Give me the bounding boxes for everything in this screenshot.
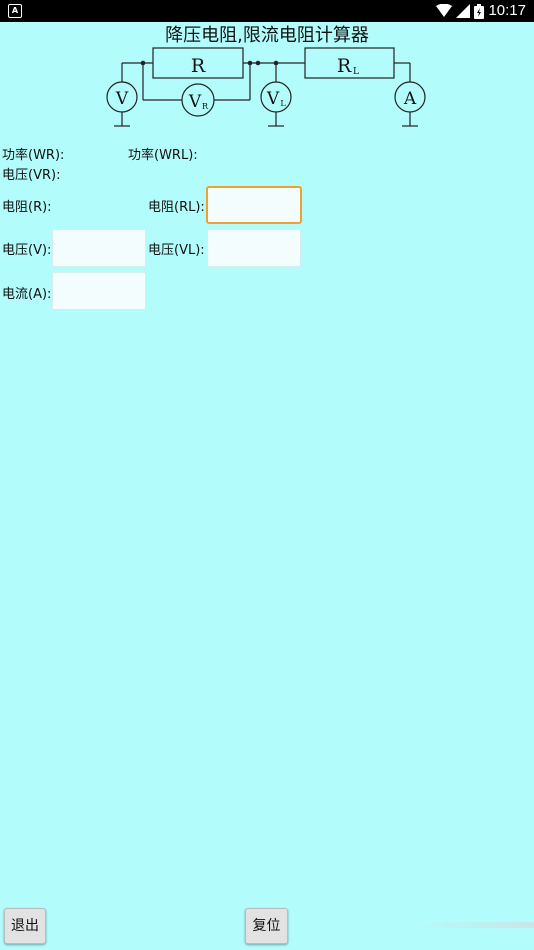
- resistor-rl-label: R: [337, 55, 352, 77]
- voltmeter-vl-subscript: L: [280, 99, 286, 108]
- reset-button[interactable]: 复位: [245, 908, 288, 944]
- resistance-rl-label: 电阻(RL):: [148, 200, 205, 215]
- current-a-input[interactable]: [52, 272, 146, 310]
- status-bar: A 10:17: [0, 0, 534, 22]
- voltage-vr-label: 电压(VR):: [2, 168, 61, 183]
- resistance-rl-input[interactable]: [206, 186, 302, 224]
- resistance-r-label: 电阻(R):: [2, 200, 52, 215]
- voltage-vl-label: 电压(VL):: [148, 243, 205, 258]
- resistor-r-label: R: [191, 55, 206, 77]
- junction-dot: [140, 60, 146, 66]
- junction-dot: [247, 60, 253, 66]
- power-wr-label: 功率(WR):: [2, 148, 65, 163]
- voltage-v-input[interactable]: [52, 229, 146, 267]
- ammeter-a-label: A: [403, 89, 417, 109]
- signal-icon: [456, 4, 471, 18]
- voltmeter-v-label: V: [115, 89, 129, 109]
- battery-icon: [474, 3, 485, 19]
- voltmeter-vr-label: V: [188, 92, 202, 112]
- notification-icon: A: [8, 4, 22, 18]
- wifi-icon: [436, 4, 453, 17]
- status-time: 10:17: [488, 2, 526, 19]
- voltmeter-vr-subscript: R: [202, 102, 209, 111]
- exit-button[interactable]: 退出: [4, 908, 46, 944]
- resistor-rl-subscript: L: [353, 67, 359, 77]
- power-wrl-label: 功率(WRL):: [128, 148, 198, 163]
- voltage-vl-input[interactable]: [207, 229, 301, 267]
- junction-dot: [255, 60, 261, 66]
- circuit-diagram: R R L V V R V L A: [106, 47, 426, 127]
- voltage-v-label: 电压(V):: [2, 243, 52, 258]
- gesture-hint: [414, 922, 534, 928]
- current-a-label: 电流(A):: [2, 287, 52, 302]
- voltmeter-vl-label: V: [266, 89, 280, 109]
- junction-dot: [273, 60, 279, 66]
